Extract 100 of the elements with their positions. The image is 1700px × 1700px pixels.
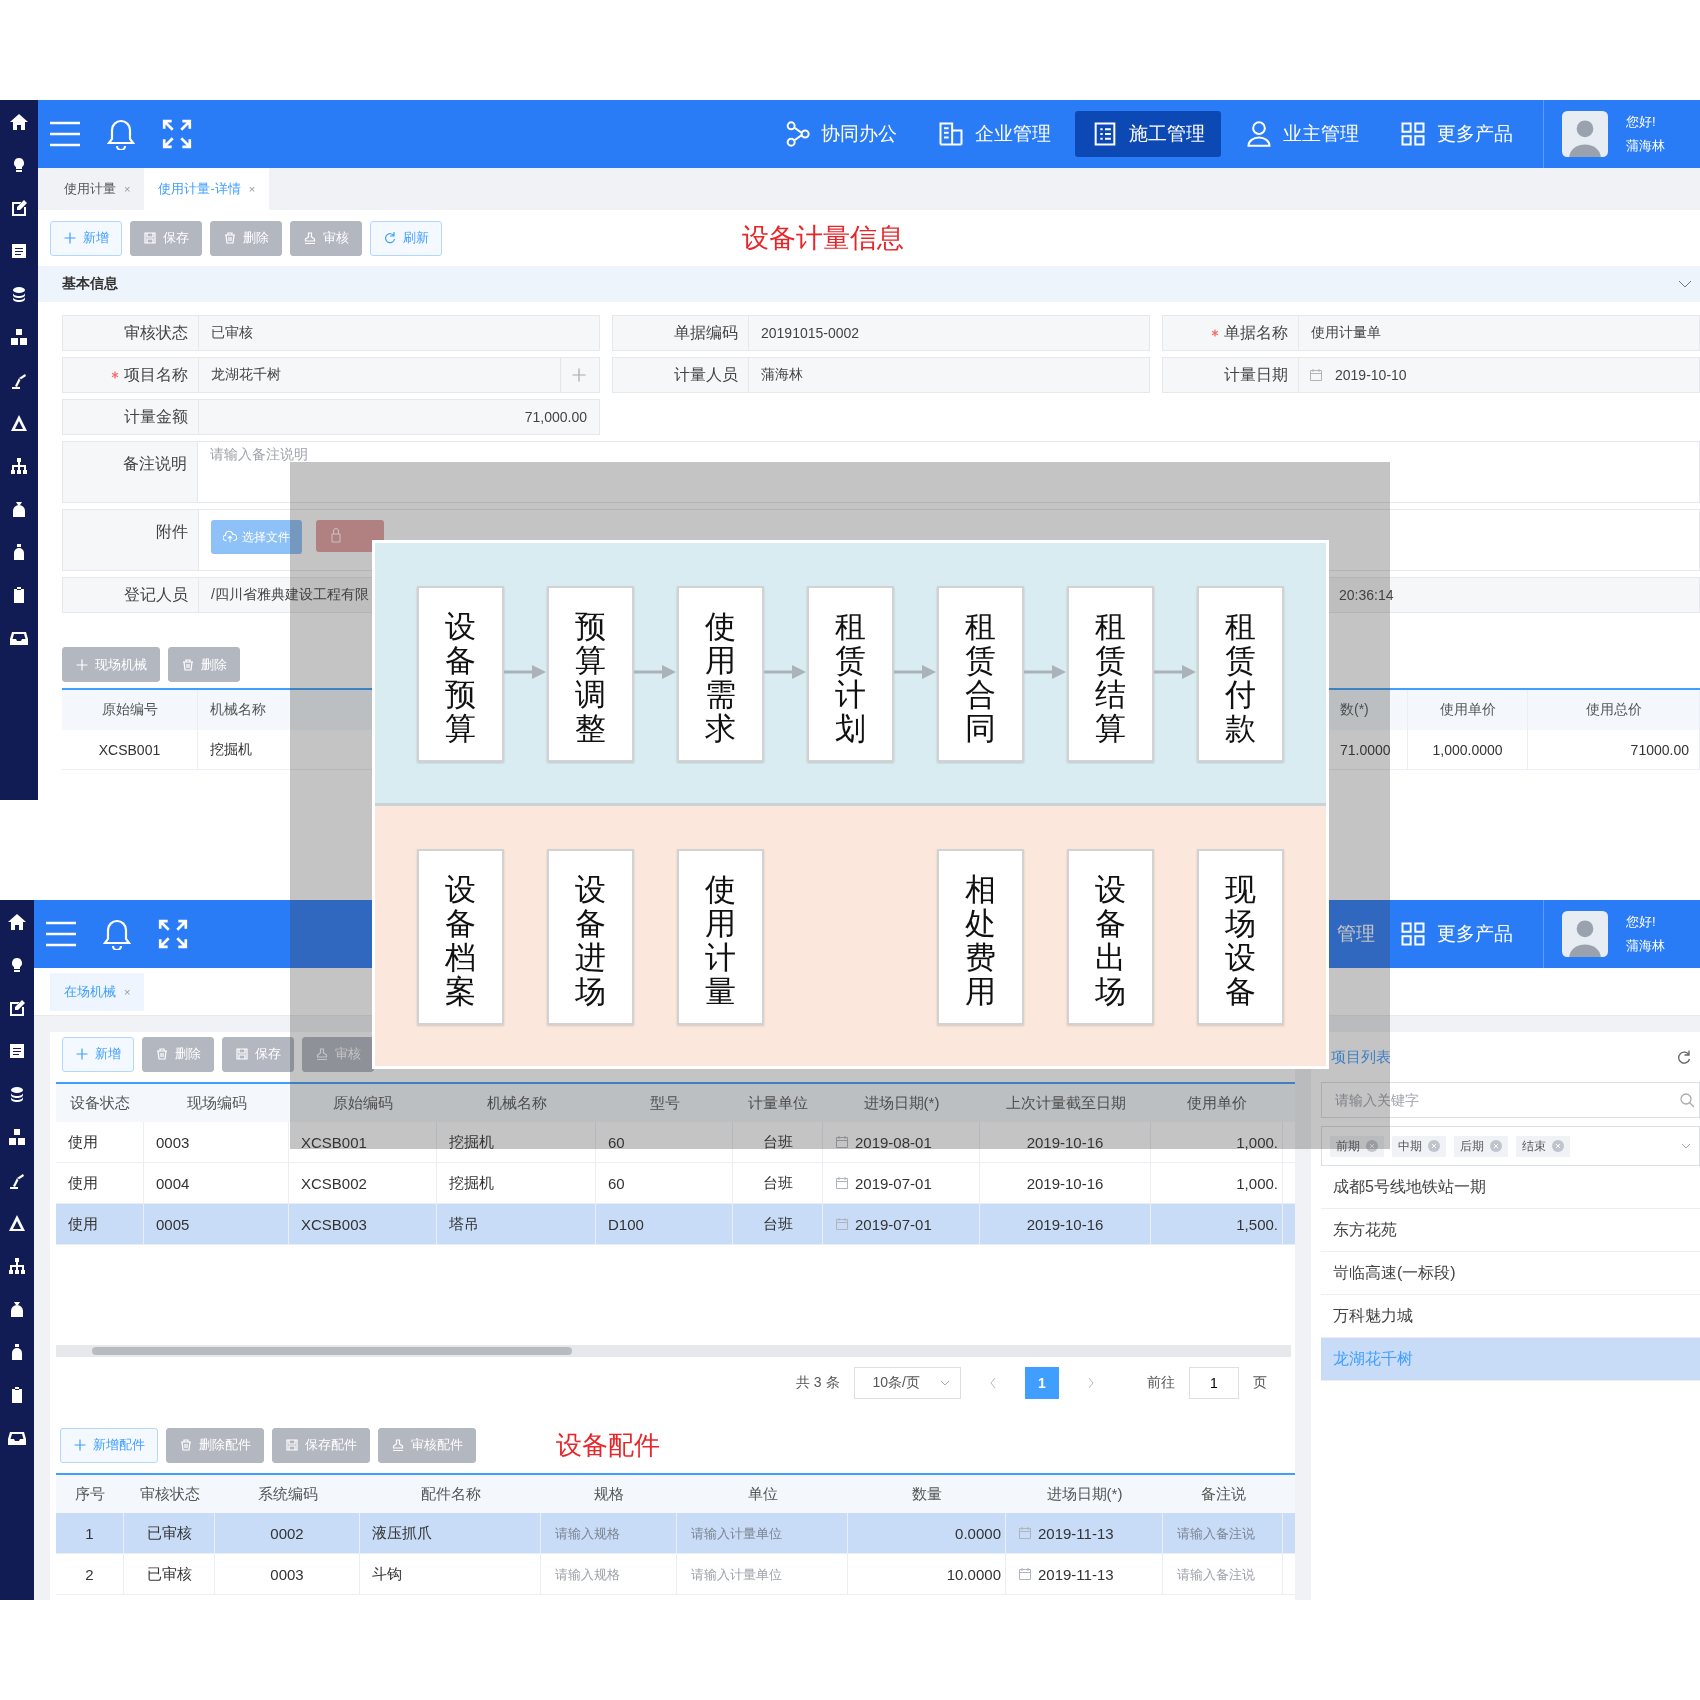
document-icon[interactable] — [7, 1041, 27, 1061]
table-cell: 0004 — [156, 1174, 190, 1192]
flow-step: 设备预算 — [417, 586, 504, 762]
arrow — [1024, 662, 1067, 682]
field-label: 附件 — [63, 510, 199, 570]
table-cell: XCSB001 — [301, 1133, 367, 1151]
toolbar-button[interactable]: 刷新 — [370, 220, 442, 256]
flow-step: 设备进场 — [547, 849, 634, 1025]
table-cell: 台班 — [762, 1173, 793, 1193]
user-name: 蒲海林 — [1626, 137, 1666, 155]
column-header: 使用总价 — [1528, 690, 1700, 730]
section-header[interactable]: 基本信息 — [38, 266, 1700, 302]
cell-input[interactable]: 请输入备注说 — [1175, 1565, 1282, 1583]
page-title: 设备计量信息 — [742, 222, 904, 255]
total-count: 共 3 条 — [795, 1374, 840, 1392]
home-icon[interactable] — [7, 912, 27, 932]
toolbar-button[interactable]: 新增 — [62, 1036, 134, 1072]
cell-input[interactable]: 请输入规格 — [553, 1565, 676, 1583]
nav-tab[interactable]: 施工管理 — [1075, 111, 1221, 157]
page-tab[interactable]: 使用计量-详情 × — [144, 168, 270, 210]
boxes-icon[interactable] — [9, 327, 29, 347]
table-row[interactable]: 2 已审核 0003 斗钩 请输入规格 请输入计量单位 10.0000 2019-11-13 请输入备注说 — [56, 1554, 1295, 1595]
table-cell: 挖掘机 — [449, 1173, 494, 1193]
page-size-select[interactable]: 10条/页 — [853, 1367, 961, 1399]
scrollbar[interactable] — [56, 1345, 1291, 1357]
chevron-icon[interactable] — [1678, 280, 1692, 288]
table-cell: 0.0000 — [955, 1524, 1001, 1542]
trash-icon — [223, 231, 237, 245]
table-row[interactable]: 使用 0005 XCSB003 塔吊 D100 台班 2019-07-01 2019-10-16 1,500. — [56, 1204, 1295, 1245]
column-header: 设备状态 — [69, 1092, 131, 1113]
org-chart-icon[interactable] — [7, 1256, 27, 1276]
table-cell: 60 — [608, 1174, 625, 1192]
table-cell: 1,000.0000 — [1408, 730, 1528, 769]
arrow — [894, 662, 937, 682]
stage-tag[interactable]: 结束 — [1516, 1135, 1570, 1157]
triangle-icon[interactable] — [7, 1213, 27, 1233]
nav-tab[interactable]: 业主管理 — [1229, 111, 1375, 157]
calendar-icon — [835, 1135, 849, 1149]
calendar-icon — [1018, 1567, 1032, 1581]
caret-icon — [1681, 1143, 1691, 1149]
page-suffix: 页 — [1253, 1374, 1267, 1392]
page-number[interactable]: 1 — [1025, 1367, 1059, 1399]
nav-tab[interactable]: 更多产品 — [1383, 111, 1529, 157]
table-cell: 2019-07-01 — [855, 1174, 932, 1192]
refresh-icon — [383, 231, 397, 245]
table-cell: XCSB002 — [301, 1174, 367, 1192]
column-header: 机械名称 — [485, 1092, 548, 1113]
clear-button[interactable] — [316, 520, 384, 552]
table-cell: 2 — [85, 1565, 94, 1583]
table-cell: 2019-08-01 — [855, 1133, 932, 1151]
table-row[interactable]: 1 已审核 0002 液压抓爪 请输入规格 请输入计量单位 0.0000 2019-11-13 请输入备注说 — [56, 1513, 1295, 1554]
nav-tab[interactable]: 更多产品 — [1383, 911, 1529, 957]
cell-input[interactable]: 请输入备注说 — [1175, 1524, 1282, 1542]
cell-input[interactable]: 请输入计量单位 — [689, 1524, 847, 1542]
org-chart-icon[interactable] — [9, 456, 29, 476]
project-item[interactable]: 东方花苑 — [1321, 1209, 1700, 1252]
table-cell: XCSB001 — [62, 730, 198, 769]
expand-icon[interactable] — [160, 118, 194, 150]
flow-step: 租赁付款 — [1197, 586, 1284, 762]
table-row[interactable]: 使用 0003 XCSB001 挖掘机 60 台班 2019-08-01 2019-10-16 1,000. — [56, 1122, 1295, 1163]
column-header: 原始编码 — [332, 1092, 394, 1113]
stage-tag[interactable]: 后期 — [1454, 1135, 1508, 1157]
nav-tab[interactable]: 协同办公 — [767, 111, 913, 157]
project-item[interactable]: 成都5号线地铁站一期 — [1321, 1166, 1700, 1209]
grid-icon — [1399, 120, 1427, 148]
plus-icon — [63, 231, 77, 245]
table-cell: 2019-11-13 — [1038, 1565, 1114, 1583]
project-item[interactable]: 岢临高速(一标段) — [1321, 1252, 1700, 1295]
flow-step: 设备出场 — [1067, 849, 1154, 1025]
bell-icon[interactable] — [100, 918, 134, 950]
building-icon — [937, 120, 965, 148]
home-icon[interactable] — [9, 112, 29, 132]
bell-icon[interactable] — [104, 118, 138, 150]
table-cell: 2019-11-13 — [1038, 1524, 1114, 1542]
refresh-icon[interactable] — [1676, 1049, 1692, 1065]
stage-tag[interactable]: 中期 — [1392, 1135, 1446, 1157]
page-input[interactable]: 1 — [1189, 1367, 1239, 1399]
cell-input[interactable]: 请输入计量单位 — [689, 1565, 847, 1583]
stage-tag[interactable]: 前期 — [1330, 1135, 1384, 1157]
table-cell: 台班 — [762, 1132, 793, 1152]
grid-icon — [1399, 920, 1427, 948]
document-icon[interactable] — [9, 241, 29, 261]
stamp-icon — [303, 231, 317, 245]
toolbar-button[interactable]: 新增配件 — [60, 1427, 158, 1463]
nav-tab[interactable]: 企业管理 — [921, 111, 1067, 157]
expand-icon[interactable] — [156, 918, 190, 950]
search-field[interactable]: 请输入关键字 — [1321, 1082, 1700, 1118]
page-tab[interactable]: 使用计量 × — [50, 168, 145, 210]
scrollbar-thumb[interactable] — [92, 1347, 572, 1355]
page-tab[interactable]: 在场机械 × — [50, 972, 145, 1011]
edit-icon[interactable] — [7, 998, 27, 1018]
edit-icon[interactable] — [9, 198, 29, 218]
field-label: 备注说明 — [62, 441, 198, 503]
stage-select[interactable]: 前期 中期 后期 结束 — [1321, 1126, 1700, 1166]
cell-input[interactable]: 请输入规格 — [553, 1524, 676, 1542]
boxes-icon[interactable] — [7, 1127, 27, 1147]
toolbar-button[interactable]: 新增 — [50, 220, 122, 256]
triangle-icon[interactable] — [9, 413, 29, 433]
column-header: 规格 — [593, 1483, 625, 1504]
remarks-field[interactable]: 请输入备注说明 — [198, 441, 1700, 503]
